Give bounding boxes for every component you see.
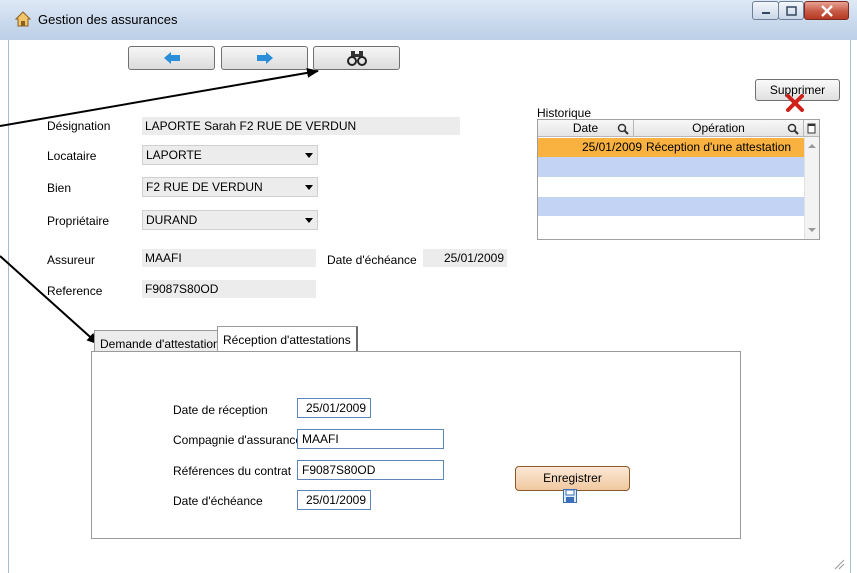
- arrow-to-tabs: [0, 255, 99, 345]
- echeance-field: 25/01/2009: [423, 249, 507, 267]
- references-contrat-field[interactable]: F9087S80OD: [297, 460, 444, 480]
- save-button-label: Enregistrer: [543, 471, 602, 485]
- table-row[interactable]: 25/01/2009 Réception d'une attestation: [538, 138, 804, 157]
- search-icon[interactable]: [787, 123, 799, 135]
- chevron-down-icon[interactable]: [305, 218, 313, 223]
- history-grid[interactable]: Date Opération 25/01/2009 Réception d'un…: [537, 119, 820, 240]
- history-row-date: 25/01/2009: [581, 140, 642, 154]
- chevron-down-icon[interactable]: [305, 153, 313, 158]
- chevron-down-icon[interactable]: [808, 227, 816, 233]
- history-title: Historique: [537, 106, 592, 120]
- reception-date-label: Date de réception: [173, 403, 268, 417]
- locataire-label: Locataire: [47, 149, 97, 163]
- table-row[interactable]: [538, 216, 804, 239]
- proprietaire-label: Propriétaire: [47, 214, 110, 228]
- table-row[interactable]: [538, 177, 804, 197]
- proprietaire-select[interactable]: DURAND: [142, 210, 318, 230]
- chevron-down-icon[interactable]: [305, 185, 313, 190]
- delete-x-icon: [785, 94, 805, 115]
- history-export-icon[interactable]: [804, 120, 819, 137]
- designation-label: Désignation: [47, 119, 111, 133]
- bien-label: Bien: [47, 181, 72, 195]
- reception-echeance-label: Date d'échéance: [173, 494, 263, 508]
- bien-select[interactable]: F2 RUE DE VERDUN: [142, 177, 318, 197]
- references-contrat-label: Références du contrat: [173, 464, 292, 478]
- assureur-label: Assureur: [47, 253, 96, 267]
- assureur-field: MAAFI: [142, 249, 316, 267]
- history-scrollbar[interactable]: [804, 137, 819, 239]
- history-col-operation[interactable]: Opération: [634, 120, 804, 137]
- chevron-up-icon[interactable]: [808, 143, 816, 149]
- floppy-disk-icon: [563, 489, 577, 506]
- history-row-operation: Réception d'une attestation: [646, 140, 792, 154]
- locataire-select[interactable]: LAPORTE: [142, 145, 318, 165]
- reception-date-field[interactable]: 25/01/2009: [297, 398, 371, 418]
- table-row[interactable]: [538, 197, 804, 216]
- reception-echeance-field[interactable]: 25/01/2009: [297, 490, 371, 510]
- reference-label: Reference: [47, 284, 103, 298]
- save-button[interactable]: Enregistrer: [515, 466, 630, 491]
- compagnie-field[interactable]: MAAFI: [297, 429, 444, 449]
- compagnie-label: Compagnie d'assurance: [173, 433, 303, 447]
- resize-grip-icon[interactable]: [833, 558, 845, 570]
- tab-reception-attestations[interactable]: Réception d'attestations: [217, 326, 358, 353]
- reference-field: F9087S80OD: [142, 280, 316, 298]
- table-row[interactable]: [538, 157, 804, 177]
- history-col-date[interactable]: Date: [538, 120, 634, 137]
- search-icon[interactable]: [617, 123, 629, 135]
- designation-field: LAPORTE Sarah F2 RUE DE VERDUN: [142, 117, 460, 135]
- echeance-label: Date d'échéance: [327, 253, 417, 267]
